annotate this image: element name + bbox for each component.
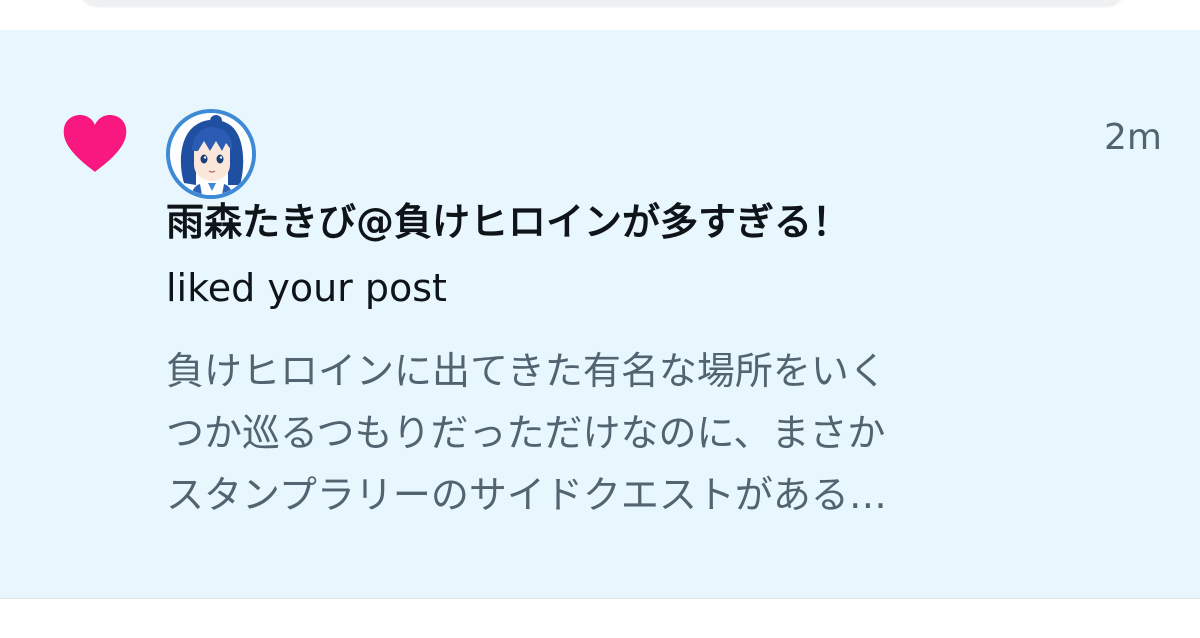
user-display-name[interactable]: 雨森たきび@負けヒロインが多すぎる！: [166, 196, 850, 248]
post-excerpt-line: スタンプラリーのサイドクエストがある…: [166, 473, 887, 517]
post-excerpt-line: 負けヒロインに出てきた有名な場所をいく: [166, 349, 887, 393]
user-avatar[interactable]: [166, 109, 256, 199]
previous-item-card-edge: [78, 0, 1126, 6]
notification-action-text: liked your post: [166, 266, 447, 310]
post-excerpt[interactable]: 負けヒロインに出てきた有名な場所をいく つか巡るつもりだっただけなのに、まさか …: [166, 340, 1126, 526]
next-item-area: [0, 599, 1200, 638]
user-avatar-anime-girl-icon: [170, 113, 252, 195]
post-excerpt-line: つか巡るつもりだっただけなのに、まさか: [166, 411, 886, 455]
timestamp[interactable]: 2m: [1104, 116, 1162, 160]
heart-icon: [63, 115, 127, 172]
previous-item-area: [0, 0, 1200, 30]
